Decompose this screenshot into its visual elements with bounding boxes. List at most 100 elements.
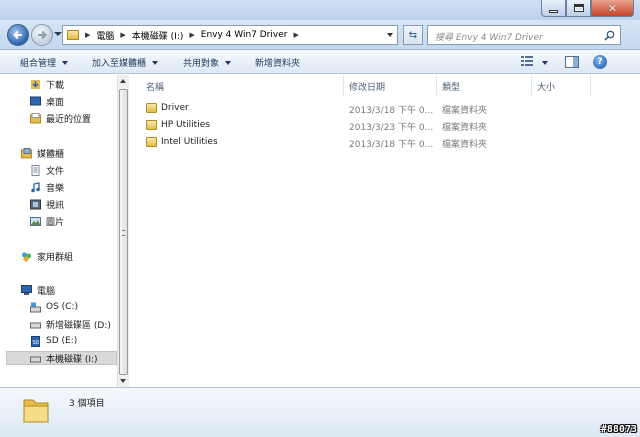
sidebar-item-label: 家用群組: [37, 252, 74, 263]
table-row[interactable]: Driver 2013/3/18 下午 0... 檔案資料夾: [130, 100, 630, 116]
forward-button[interactable]: [31, 24, 53, 46]
recent-pages-dropdown[interactable]: [54, 32, 62, 36]
breadcrumb-computer[interactable]: 電腦: [96, 29, 114, 42]
organize-label: 組合管理: [20, 59, 57, 69]
sidebar-item-label: 新增磁碟區 (D:): [46, 320, 111, 331]
downloads-icon: [31, 79, 40, 89]
navigation-pane: 下載 桌面 最近的位置 媒體櫃 文件 音樂 視訊 圖片 家用群組 電腦 OS (…: [0, 75, 117, 387]
sidebar-item-label: SD (E:): [46, 336, 78, 346]
address-history-dropdown[interactable]: [387, 33, 393, 37]
scroll-down-arrow-icon[interactable]: [120, 379, 126, 383]
arrow-right-icon: [38, 30, 47, 40]
file-name: Driver: [161, 103, 189, 113]
sidebar-item-desktop[interactable]: 桌面: [30, 94, 64, 108]
videos-icon: [30, 199, 41, 209]
item-count: 3 個項目: [69, 399, 105, 409]
navigation-row: ▶ 電腦 ▶ 本機磁碟 (I:) ▶ Envy 4 Win7 Driver ▶ …: [0, 20, 640, 50]
sidebar-item-documents[interactable]: 文件: [30, 163, 64, 177]
sidebar-item-drive-d[interactable]: 新增磁碟區 (D:): [30, 317, 111, 331]
column-divider[interactable]: [343, 75, 344, 95]
command-bar: 組合管理 加入至媒體櫃 共用對象 新增資料夾 ?: [0, 50, 640, 74]
column-header-type[interactable]: 類型: [442, 80, 460, 93]
sidebar-item-label: 本機磁碟 (I:): [46, 354, 98, 365]
scrollbar-thumb[interactable]: [119, 89, 128, 375]
file-type: 檔案資料夾: [442, 140, 488, 150]
view-dropdown[interactable]: [542, 61, 548, 65]
chevron-down-icon: [225, 60, 232, 65]
sidebar-item-recent-places[interactable]: 最近的位置: [30, 111, 91, 125]
new-folder-button[interactable]: 新增資料夾: [255, 56, 300, 69]
hard-drive-icon: [30, 356, 41, 362]
share-with-button[interactable]: 共用對象: [183, 56, 232, 69]
sidebar-item-label: 文件: [46, 166, 65, 177]
breadcrumb-local-disk[interactable]: 本機磁碟 (I:): [132, 29, 184, 42]
search-icon[interactable]: [604, 30, 615, 41]
back-button[interactable]: [7, 24, 29, 46]
table-row[interactable]: HP Utilities 2013/3/23 下午 0... 檔案資料夾: [130, 117, 630, 133]
minimize-button[interactable]: [541, 0, 566, 17]
column-header-name[interactable]: 名稱: [146, 80, 164, 93]
column-header-date[interactable]: 修改日期: [349, 80, 385, 93]
scroll-up-arrow-icon[interactable]: [120, 79, 126, 83]
libraries-icon: [21, 147, 32, 158]
navigation-scrollbar[interactable]: [117, 75, 129, 387]
file-list-header: 名稱 修改日期 類型 大小: [130, 75, 630, 95]
chevron-down-icon: [62, 60, 69, 65]
sidebar-item-label: 下載: [46, 80, 65, 91]
sidebar-item-downloads[interactable]: 下載: [30, 77, 64, 91]
sidebar-item-pictures[interactable]: 圖片: [30, 214, 64, 228]
search-input[interactable]: 搜尋 Envy 4 Win7 Driver: [427, 25, 621, 45]
pictures-icon: [30, 216, 41, 226]
system-drive-icon: [30, 302, 41, 312]
sidebar-item-drive-i[interactable]: 本機磁碟 (I:): [6, 351, 117, 365]
breadcrumb-current-folder[interactable]: Envy 4 Win7 Driver: [201, 30, 288, 40]
homegroup-icon: [22, 252, 31, 261]
sidebar-item-label: 媒體櫃: [37, 149, 65, 160]
table-row[interactable]: Intel Utilities 2013/3/18 下午 0... 檔案資料夾: [130, 134, 630, 150]
file-date: 2013/3/23 下午 0...: [349, 123, 434, 133]
sidebar-item-label: 視訊: [46, 200, 65, 211]
include-library-label: 加入至媒體櫃: [92, 59, 147, 69]
sidebar-item-videos[interactable]: 視訊: [30, 197, 64, 211]
recent-places-icon: [30, 112, 41, 123]
include-in-library-button[interactable]: 加入至媒體櫃: [92, 56, 159, 69]
sidebar-item-drive-c[interactable]: OS (C:): [30, 300, 78, 314]
chevron-right-icon[interactable]: ▶: [120, 31, 125, 39]
chevron-right-icon[interactable]: ▶: [293, 31, 298, 39]
sidebar-item-libraries[interactable]: 媒體櫃: [21, 146, 64, 160]
sidebar-item-computer[interactable]: 電腦: [21, 283, 55, 297]
grip-icon: [122, 230, 125, 236]
file-type: 檔案資料夾: [442, 106, 488, 116]
computer-icon: [21, 284, 32, 295]
sd-card-icon: SD: [31, 335, 40, 347]
file-name: HP Utilities: [161, 120, 210, 130]
sidebar-item-drive-e[interactable]: SD SD (E:): [30, 334, 77, 348]
help-icon[interactable]: ?: [593, 55, 607, 69]
organize-button[interactable]: 組合管理: [20, 56, 69, 69]
chevron-right-icon[interactable]: ▶: [85, 31, 90, 39]
sidebar-item-label: 電腦: [37, 286, 56, 297]
file-type: 檔案資料夾: [442, 123, 488, 133]
file-name: Intel Utilities: [161, 137, 218, 147]
column-divider[interactable]: [436, 75, 437, 95]
maximize-button[interactable]: [566, 0, 591, 17]
sidebar-item-label: 桌面: [46, 97, 65, 108]
sidebar-item-label: 圖片: [46, 217, 65, 228]
address-bar[interactable]: ▶ 電腦 ▶ 本機磁碟 (I:) ▶ Envy 4 Win7 Driver ▶: [62, 25, 398, 45]
preview-pane-icon[interactable]: [565, 56, 579, 68]
title-bar: ✕: [0, 0, 640, 20]
sidebar-item-music[interactable]: 音樂: [30, 180, 64, 194]
chevron-right-icon[interactable]: ▶: [189, 31, 194, 39]
file-date: 2013/3/18 下午 0...: [349, 106, 434, 116]
column-divider[interactable]: [531, 75, 532, 95]
window-controls: ✕: [541, 0, 634, 17]
file-date: 2013/3/18 下午 0...: [349, 140, 434, 150]
column-divider[interactable]: [590, 75, 591, 95]
column-header-size[interactable]: 大小: [537, 80, 555, 93]
refresh-button[interactable]: ⇆: [403, 25, 423, 45]
sidebar-item-homegroup[interactable]: 家用群組: [21, 249, 73, 263]
view-options-icon[interactable]: [521, 56, 533, 67]
chevron-down-icon: [152, 60, 159, 65]
documents-icon: [31, 164, 40, 176]
close-button[interactable]: ✕: [591, 0, 634, 17]
